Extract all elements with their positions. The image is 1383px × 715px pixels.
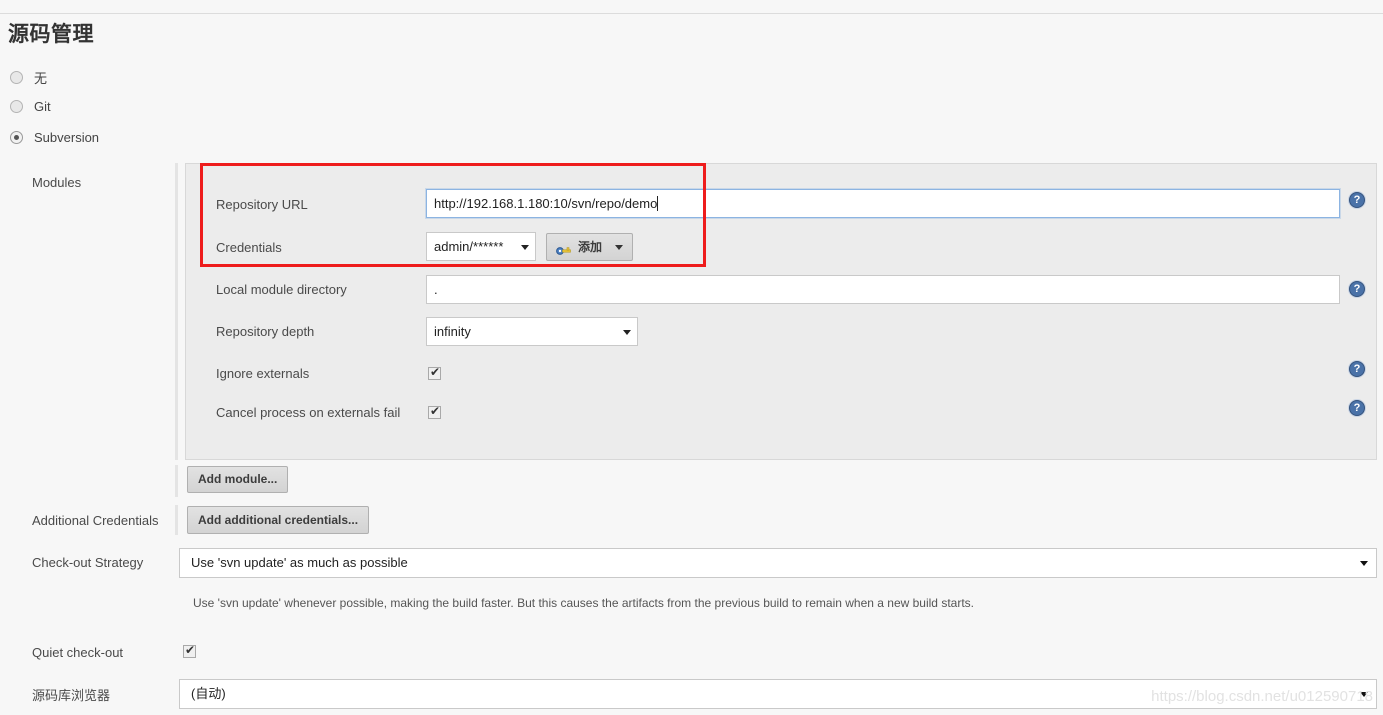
scm-radio-git[interactable]: Git — [10, 99, 51, 114]
help-icon-cancel-process[interactable]: ? — [1349, 400, 1365, 416]
source-code-management-page: 源码管理 无 Git Subversion Modules Additional… — [0, 0, 1383, 715]
add-module-button[interactable]: Add module... — [187, 466, 289, 493]
repository-url-value: http://192.168.1.180:10/svn/repo/demo — [434, 196, 658, 211]
scm-radio-label-subversion: Subversion — [34, 130, 100, 145]
scm-radio-label-none: 无 — [34, 71, 48, 86]
radio-indicator-none[interactable] — [10, 71, 23, 84]
additional-credentials-label: Additional Credentials — [32, 513, 159, 528]
add-credentials-label: 添加 — [578, 239, 603, 254]
repository-depth-label: Repository depth — [216, 324, 315, 339]
radio-indicator-git[interactable] — [10, 100, 23, 113]
ignore-externals-checkbox[interactable] — [428, 365, 441, 380]
chevron-down-icon — [623, 329, 631, 335]
repo-browser-select[interactable]: (自动) — [179, 679, 1377, 709]
key-icon — [556, 241, 572, 255]
credentials-select[interactable]: admin/****** — [426, 232, 536, 261]
checkout-strategy-value: Use 'svn update' as much as possible — [191, 555, 408, 570]
radio-indicator-subversion[interactable] — [10, 131, 23, 144]
local-module-directory-value: . — [434, 282, 438, 297]
modules-panel: Repository URL http://192.168.1.180:10/s… — [185, 163, 1377, 460]
page-title: 源码管理 — [8, 23, 94, 46]
repository-depth-row: Repository depth — [216, 324, 314, 339]
credentials-label: Credentials — [216, 240, 282, 255]
scm-radio-none[interactable]: 无 — [10, 68, 47, 87]
credentials-row: Credentials — [216, 240, 282, 255]
local-module-directory-input[interactable]: . — [426, 275, 1340, 304]
add-additional-credentials-button[interactable]: Add additional credentials... — [187, 506, 370, 534]
top-divider — [0, 13, 1383, 14]
ignore-externals-label: Ignore externals — [216, 366, 310, 381]
add-module-label: Add module... — [198, 472, 278, 486]
repository-url-input[interactable]: http://192.168.1.180:10/svn/repo/demo — [426, 189, 1340, 218]
help-icon-local-module-directory[interactable]: ? — [1349, 281, 1365, 297]
scm-radio-subversion[interactable]: Subversion — [10, 130, 99, 145]
repo-browser-value: (自动) — [191, 686, 226, 701]
quiet-checkout-checkbox[interactable] — [183, 643, 196, 658]
separator-modules — [175, 163, 178, 460]
cancel-process-label: Cancel process on externals fail — [216, 405, 401, 420]
cancel-process-checkbox[interactable] — [428, 404, 441, 419]
quiet-checkout-label: Quiet check-out — [32, 645, 124, 660]
local-module-directory-row: Local module directory — [216, 282, 347, 297]
separator-add-module — [175, 465, 178, 497]
help-icon-repository-url[interactable]: ? — [1349, 192, 1365, 208]
credentials-selected-value: admin/****** — [434, 239, 504, 254]
chevron-down-icon — [521, 244, 529, 250]
separator-additional-credentials — [175, 505, 178, 535]
chevron-down-icon — [1360, 561, 1368, 566]
repository-depth-selected-value: infinity — [434, 324, 471, 339]
chevron-down-icon — [1360, 692, 1368, 697]
chevron-down-icon — [615, 244, 624, 250]
local-module-directory-label: Local module directory — [216, 282, 347, 297]
repository-depth-select[interactable]: infinity — [426, 317, 638, 346]
cancel-process-row: Cancel process on externals fail — [216, 405, 400, 420]
repository-url-row: Repository URL — [216, 197, 308, 212]
checkout-strategy-description: Use 'svn update' whenever possible, maki… — [193, 596, 974, 610]
help-icon-ignore-externals[interactable]: ? — [1349, 361, 1365, 377]
add-credentials-button[interactable]: 添加 — [546, 233, 634, 261]
repository-url-label: Repository URL — [216, 197, 308, 212]
modules-section-label: Modules — [32, 175, 82, 190]
ignore-externals-row: Ignore externals — [216, 366, 309, 381]
checkout-strategy-select[interactable]: Use 'svn update' as much as possible — [179, 548, 1377, 578]
scm-radio-label-git: Git — [34, 99, 51, 114]
text-cursor — [657, 196, 659, 211]
checkout-strategy-label: Check-out Strategy — [32, 555, 144, 570]
add-additional-credentials-label: Add additional credentials... — [198, 513, 359, 527]
repo-browser-label: 源码库浏览器 — [32, 688, 111, 703]
